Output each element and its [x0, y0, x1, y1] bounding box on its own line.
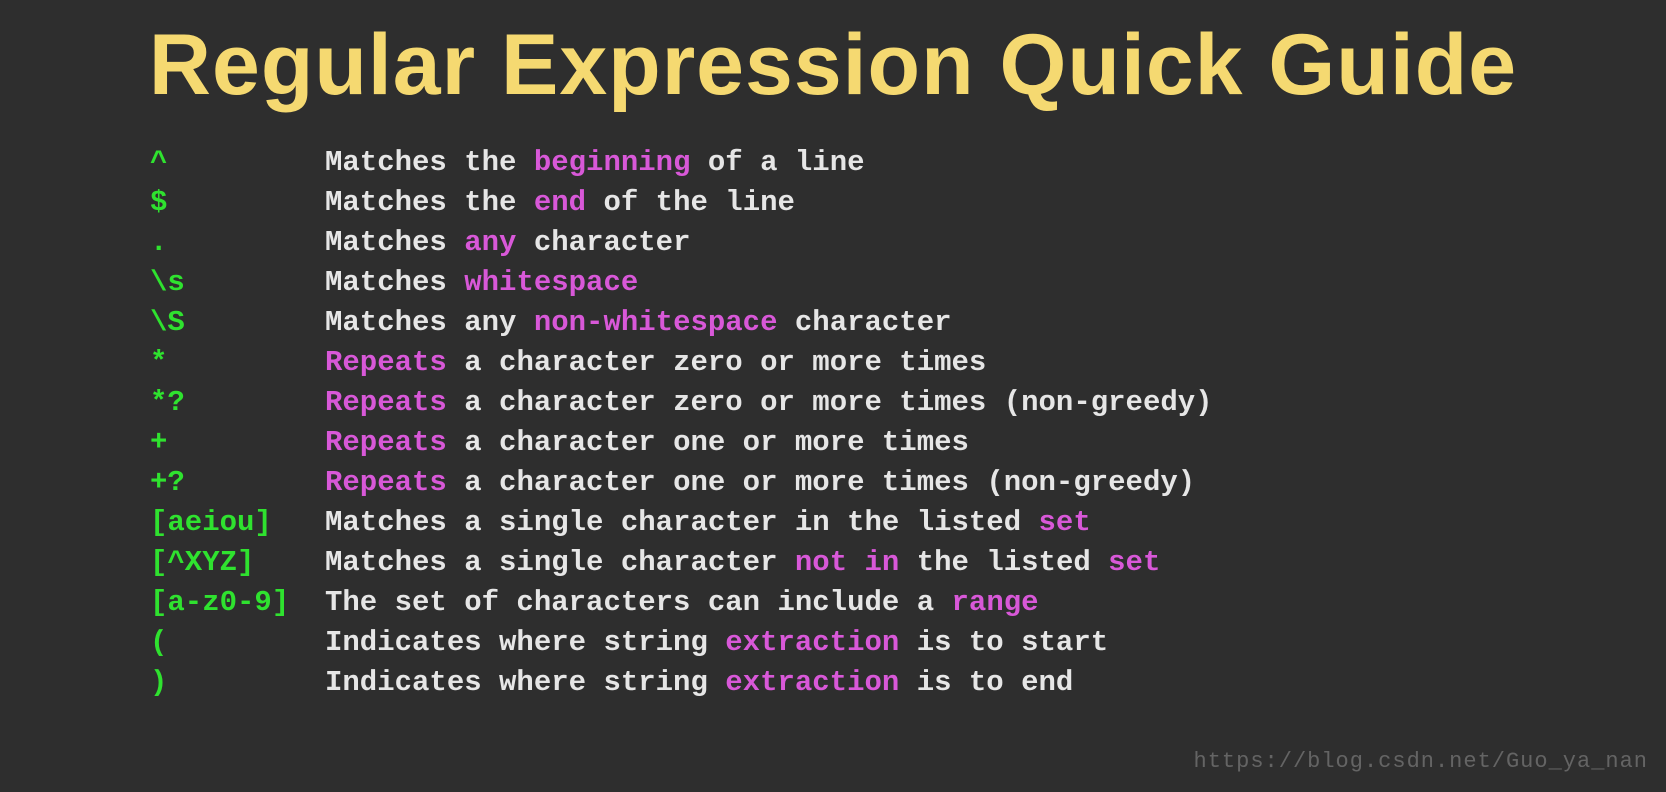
- regex-description: Indicates where string extraction is to …: [325, 623, 1108, 663]
- regex-description: Matches any character: [325, 223, 690, 263]
- regex-symbol: $: [150, 183, 325, 223]
- regex-symbol: \S: [150, 303, 325, 343]
- highlight-word: non-whitespace: [534, 306, 778, 339]
- regex-symbol: (: [150, 623, 325, 663]
- regex-description: Repeats a character one or more times: [325, 423, 969, 463]
- regex-description: Matches a single character not in the li…: [325, 543, 1160, 583]
- highlight-word: Repeats: [325, 466, 447, 499]
- regex-description: Repeats a character zero or more times: [325, 343, 986, 383]
- regex-symbol: [^XYZ]: [150, 543, 325, 583]
- regex-symbol: [aeiou]: [150, 503, 325, 543]
- highlight-word: any: [464, 226, 516, 259]
- highlight-word: end: [534, 186, 586, 219]
- regex-symbol: .: [150, 223, 325, 263]
- regex-symbol: [a-z0-9]: [150, 583, 325, 623]
- regex-symbol: +?: [150, 463, 325, 503]
- highlight-word: not in: [795, 546, 899, 579]
- highlight-word: beginning: [534, 146, 691, 179]
- table-row: [^XYZ]Matches a single character not in …: [150, 543, 1666, 583]
- highlight-word: set: [1039, 506, 1091, 539]
- regex-symbol: *?: [150, 383, 325, 423]
- slide: Regular Expression Quick Guide ^Matches …: [0, 0, 1666, 792]
- table-row: \sMatches whitespace: [150, 263, 1666, 303]
- slide-title: Regular Expression Quick Guide: [0, 16, 1666, 115]
- table-row: +Repeats a character one or more times: [150, 423, 1666, 463]
- regex-description: Matches any non-whitespace character: [325, 303, 952, 343]
- table-row: +?Repeats a character one or more times …: [150, 463, 1666, 503]
- highlight-word: whitespace: [464, 266, 638, 299]
- table-row: ^Matches the beginning of a line: [150, 143, 1666, 183]
- regex-description: Matches the beginning of a line: [325, 143, 865, 183]
- regex-symbol: ): [150, 663, 325, 703]
- regex-description: Repeats a character one or more times (n…: [325, 463, 1195, 503]
- table-row: [a-z0-9]The set of characters can includ…: [150, 583, 1666, 623]
- table-row: \SMatches any non-whitespace character: [150, 303, 1666, 343]
- table-row: .Matches any character: [150, 223, 1666, 263]
- regex-description: Matches a single character in the listed…: [325, 503, 1091, 543]
- regex-description: Indicates where string extraction is to …: [325, 663, 1073, 703]
- regex-symbol: \s: [150, 263, 325, 303]
- regex-table: ^Matches the beginning of a line$Matches…: [150, 143, 1666, 703]
- regex-symbol: +: [150, 423, 325, 463]
- regex-symbol: ^: [150, 143, 325, 183]
- watermark-text: https://blog.csdn.net/Guo_ya_nan: [1194, 749, 1648, 774]
- highlight-word: range: [952, 586, 1039, 619]
- table-row: *Repeats a character zero or more times: [150, 343, 1666, 383]
- table-row: $Matches the end of the line: [150, 183, 1666, 223]
- highlight-word: Repeats: [325, 426, 447, 459]
- table-row: )Indicates where string extraction is to…: [150, 663, 1666, 703]
- highlight-word: set: [1108, 546, 1160, 579]
- highlight-word: extraction: [725, 626, 899, 659]
- regex-description: The set of characters can include a rang…: [325, 583, 1039, 623]
- regex-description: Repeats a character zero or more times (…: [325, 383, 1213, 423]
- regex-description: Matches whitespace: [325, 263, 638, 303]
- highlight-word: extraction: [725, 666, 899, 699]
- table-row: [aeiou]Matches a single character in the…: [150, 503, 1666, 543]
- regex-symbol: *: [150, 343, 325, 383]
- highlight-word: Repeats: [325, 386, 447, 419]
- table-row: (Indicates where string extraction is to…: [150, 623, 1666, 663]
- table-row: *?Repeats a character zero or more times…: [150, 383, 1666, 423]
- regex-description: Matches the end of the line: [325, 183, 795, 223]
- highlight-word: Repeats: [325, 346, 447, 379]
